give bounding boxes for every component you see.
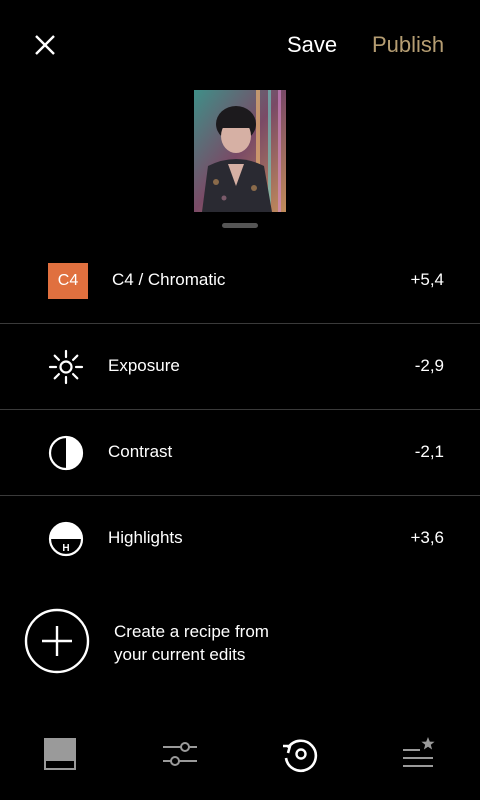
save-button[interactable]: Save (287, 32, 337, 58)
recipe-item-value: -2,9 (414, 356, 444, 375)
highlights-icon-letter: H (62, 543, 69, 554)
photo-thumbnail-image (194, 90, 286, 212)
recipe-item-value: -2,1 (414, 442, 444, 461)
nav-tools[interactable] (160, 734, 200, 774)
close-button[interactable] (26, 26, 64, 64)
recipe-item-contrast[interactable]: Contrast -2,1 (0, 410, 480, 496)
recipe-item-highlights[interactable]: H Highlights +3,6 (0, 496, 480, 582)
tools-icon (163, 742, 197, 766)
nav-recipes[interactable] (398, 734, 438, 774)
close-icon (35, 35, 55, 55)
preset-badge: C4 (48, 263, 88, 299)
nav-history[interactable] (280, 734, 320, 774)
recipe-item-value: +5,4 (410, 270, 444, 289)
recipe-item-preset[interactable]: C4 C4 / Chromatic +5,4 (0, 238, 480, 324)
create-recipe-line2: your current edits (114, 645, 246, 664)
recipe-item-label: Exposure (108, 356, 180, 375)
plus-circle-icon (24, 608, 90, 674)
exposure-icon (48, 349, 84, 385)
presets-icon (44, 738, 76, 770)
bottom-nav (0, 722, 480, 792)
photo-thumbnail[interactable] (194, 90, 286, 212)
highlights-icon: H (48, 521, 84, 557)
create-recipe-button[interactable]: Create a recipe from your current edits (24, 608, 444, 678)
top-bar: Save Publish (0, 0, 480, 90)
nav-presets[interactable] (40, 734, 80, 774)
contrast-icon (48, 435, 84, 471)
publish-button[interactable]: Publish (372, 32, 444, 58)
recipe-item-label: Contrast (108, 442, 173, 461)
create-recipe-line1: Create a recipe from (114, 622, 269, 641)
drag-handle[interactable] (222, 223, 258, 228)
recipes-icon (403, 737, 435, 767)
recipe-list: C4 C4 / Chromatic +5,4 Exposure -2,9 Con… (0, 238, 480, 582)
recipe-item-value: +3,6 (410, 528, 444, 547)
recipe-item-exposure[interactable]: Exposure -2,9 (0, 324, 480, 410)
recipe-item-label: C4 / Chromatic (112, 270, 226, 289)
create-recipe-text: Create a recipe from your current edits (114, 620, 314, 666)
recipe-item-label: Highlights (108, 528, 183, 547)
history-icon (283, 739, 318, 773)
